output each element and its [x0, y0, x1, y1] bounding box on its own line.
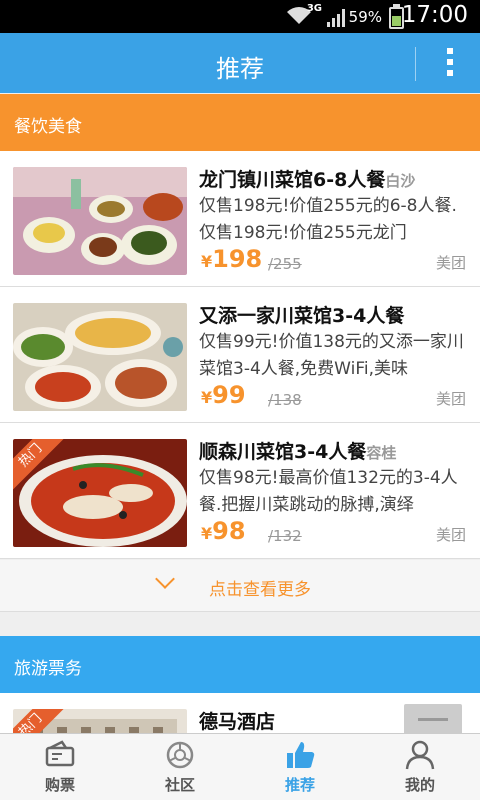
deal-price: ¥98	[201, 517, 246, 545]
deal-title: 又添一家川菜馆3-4人餐	[199, 305, 405, 327]
view-more-label: 点击查看更多	[209, 580, 311, 600]
deal-source: 美团	[435, 390, 466, 408]
tab-community[interactable]: 社区	[120, 734, 240, 800]
food-deal-list: 龙门镇川菜馆6-8人餐白沙 仅售198元!价值255元的6-8人餐.仅售198元…	[0, 151, 480, 559]
deal-image	[13, 303, 187, 411]
overflow-menu-icon[interactable]	[444, 45, 456, 81]
community-icon	[166, 741, 194, 769]
thumbs-up-icon	[287, 742, 315, 768]
deal-item[interactable]: 又添一家川菜馆3-4人餐 仅售99元!价值138元的又添一家川菜馆3-4人餐,免…	[0, 287, 480, 423]
deal-area: 容桂	[366, 444, 397, 462]
tab-recommend[interactable]: 推荐	[240, 734, 360, 800]
tab-mine[interactable]: 我的	[360, 734, 480, 800]
signal-icon	[327, 9, 345, 27]
deal-original-price: /138	[268, 391, 302, 409]
deal-image: 热门	[13, 709, 187, 733]
deal-image: 热门	[13, 439, 187, 547]
scroll-top-icon	[418, 718, 448, 721]
deal-image	[13, 167, 187, 275]
tab-tickets[interactable]: 购票	[0, 734, 120, 800]
network-type: 3G	[306, 3, 322, 14]
bottom-tab-bar: 购票 社区 推荐 我的	[0, 733, 480, 800]
deal-source: 美团	[435, 526, 466, 544]
deal-description: 仅售98元!最高价值132元的3-4人餐.把握川菜跳动的脉搏,演绎	[199, 468, 458, 515]
deal-price: ¥99	[201, 381, 246, 409]
deal-original-price: /255	[268, 255, 302, 273]
tab-label: 社区	[164, 776, 195, 794]
tab-label: 我的	[404, 776, 435, 794]
section-header-travel: 旅游票务	[0, 636, 480, 693]
deal-area: 白沙	[385, 172, 416, 190]
toolbar-divider	[415, 47, 416, 81]
deal-item[interactable]: 热门 顺森川菜馆3-4人餐容桂 仅售98元!最高价值132元的3-4人餐.把握川…	[0, 423, 480, 559]
deal-price: ¥198	[201, 245, 263, 273]
clock: 17:00	[401, 2, 468, 28]
deal-title: 龙门镇川菜馆6-8人餐白沙	[199, 169, 416, 191]
deal-item[interactable]: 龙门镇川菜馆6-8人餐白沙 仅售198元!价值255元的6-8人餐.仅售198元…	[0, 151, 480, 287]
person-icon	[405, 740, 435, 770]
deal-source: 美团	[435, 254, 466, 272]
status-bar: 3G 59% 17:00	[0, 0, 480, 33]
tab-label: 购票	[44, 776, 75, 794]
view-more-button[interactable]: 点击查看更多	[0, 560, 480, 612]
battery-percent: 59%	[348, 8, 382, 26]
chevron-down-icon	[155, 569, 175, 589]
deal-title: 德马酒店	[199, 711, 276, 733]
deal-description: 仅售198元!价值255元的6-8人餐.仅售198元!价值255元龙门	[199, 196, 457, 243]
deal-original-price: /132	[268, 527, 302, 545]
tab-label: 推荐	[284, 776, 315, 794]
deal-description: 仅售99元!价值138元的又添一家川菜馆3-4人餐,免费WiFi,美味	[199, 332, 464, 379]
page-title: 推荐	[216, 55, 264, 83]
deal-title: 顺森川菜馆3-4人餐容桂	[199, 441, 397, 463]
section-header-food: 餐饮美食	[0, 94, 480, 151]
ticket-icon	[45, 740, 75, 767]
app-bar: 推荐	[0, 33, 480, 93]
